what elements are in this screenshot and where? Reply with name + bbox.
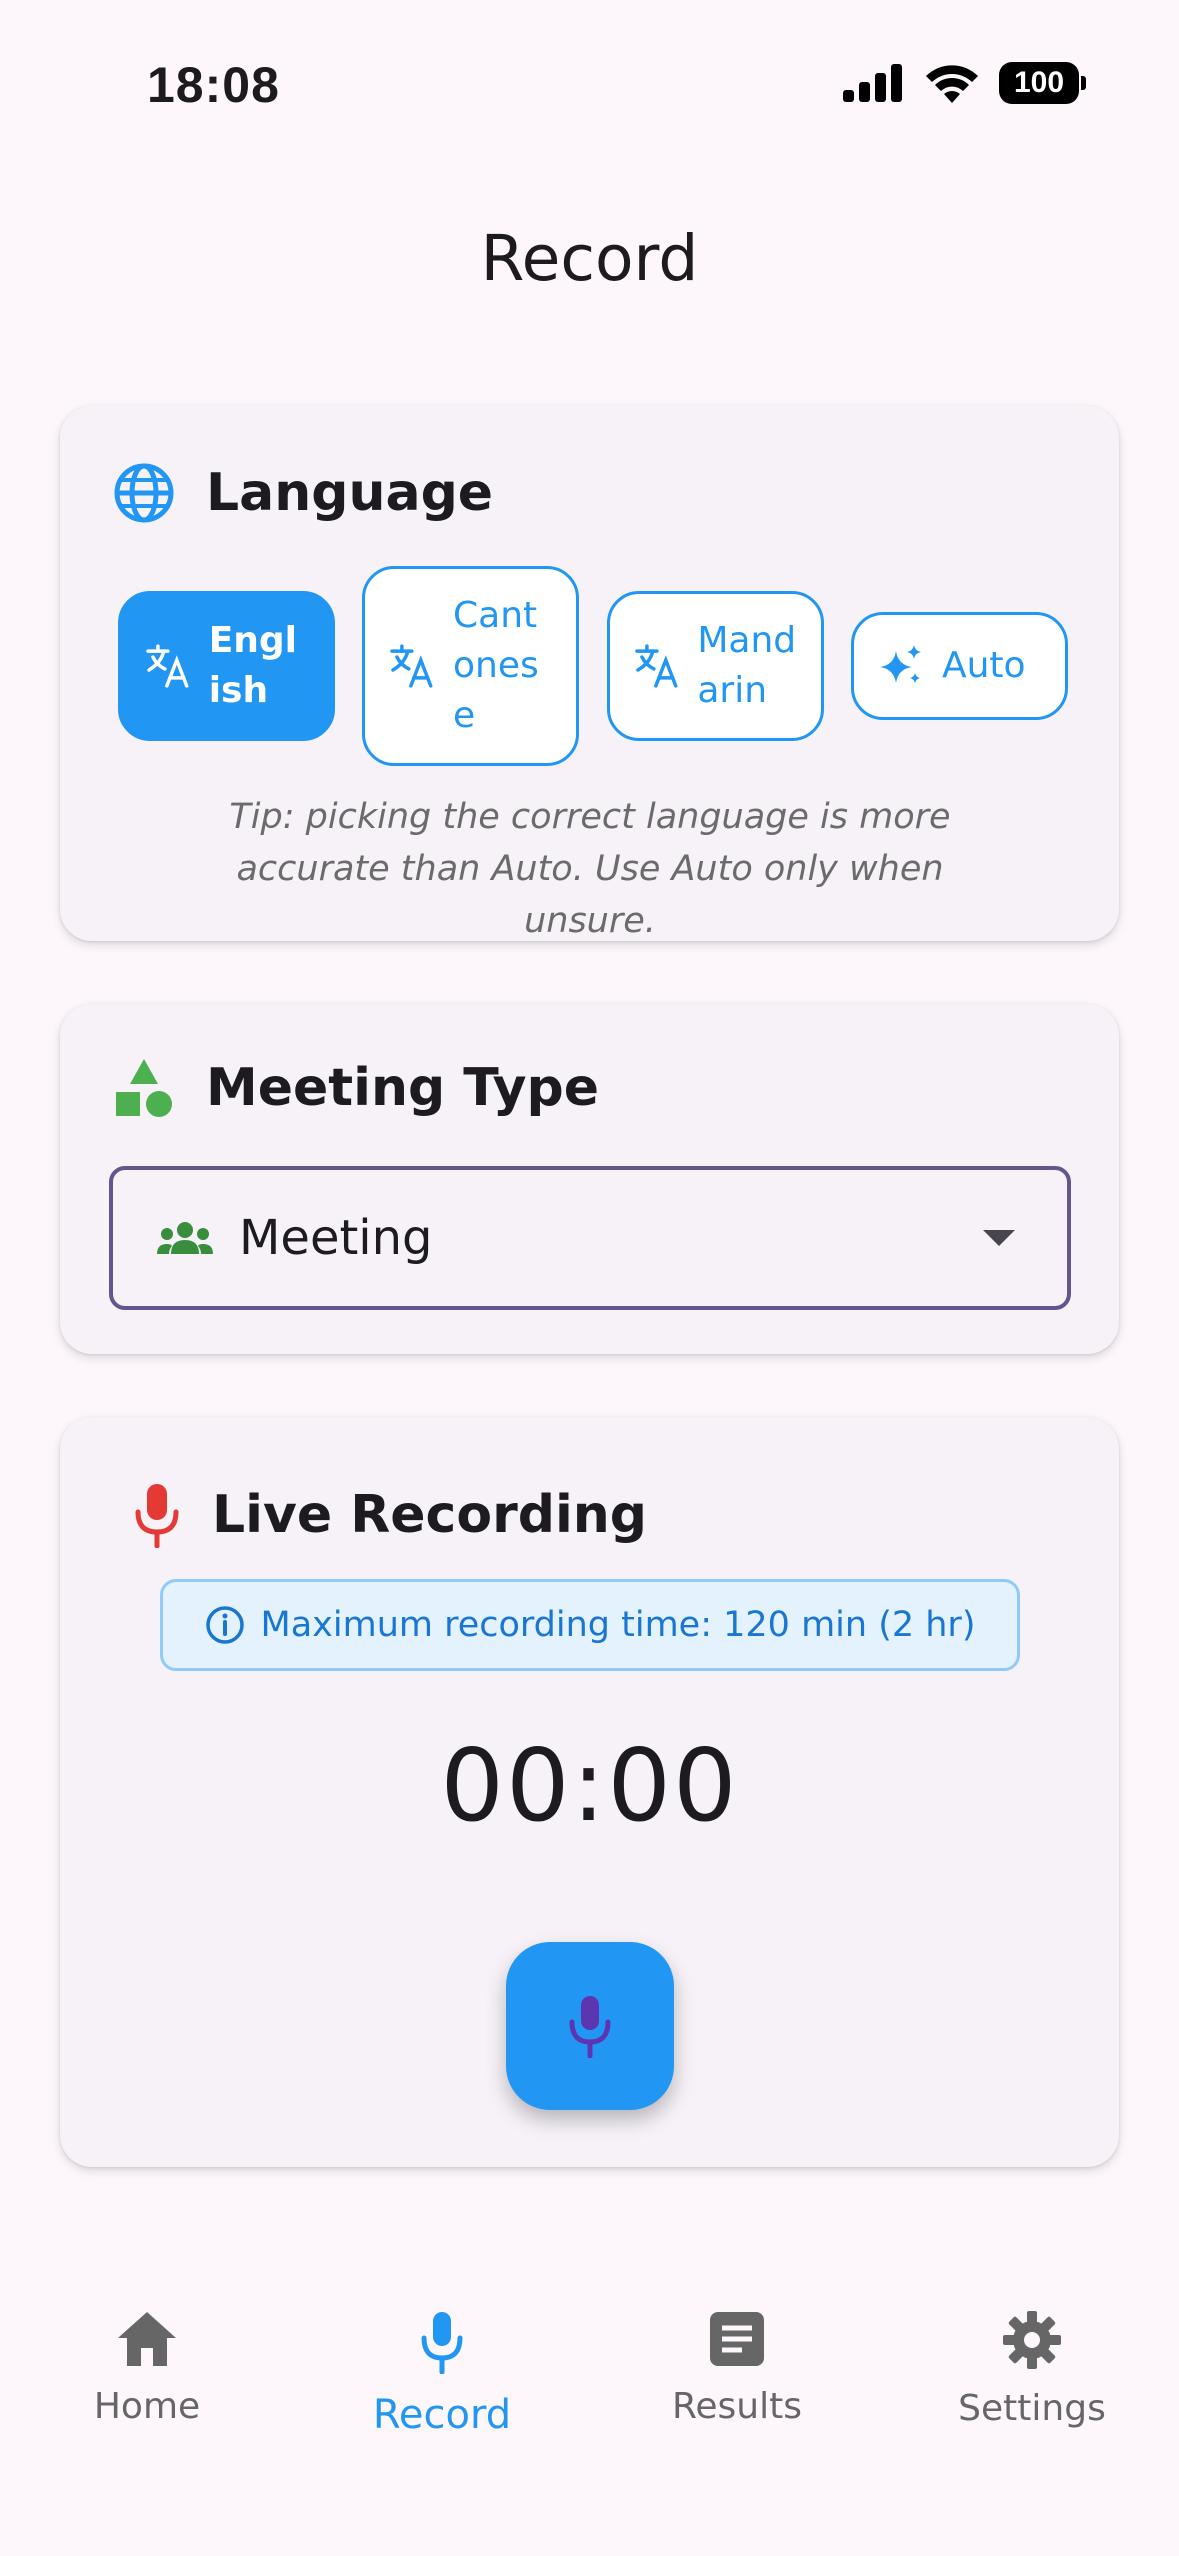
document-icon <box>710 2312 764 2366</box>
language-card: Language English Cantonese Mandarin Auto… <box>60 406 1119 941</box>
language-options: English Cantonese Mandarin Auto <box>118 566 1068 766</box>
nav-settings-label: Settings <box>958 2388 1106 2429</box>
language-chip-label: Cantonese <box>453 595 539 736</box>
meeting-type-title: Meeting Type <box>206 1058 599 1118</box>
max-time-text: Maximum recording time: 120 min (2 hr) <box>260 1605 976 1645</box>
nav-home[interactable]: Home <box>27 2310 267 2427</box>
gear-icon <box>1003 2311 1061 2369</box>
language-chip-mandarin[interactable]: Mandarin <box>606 591 824 741</box>
nav-record-label: Record <box>372 2392 512 2438</box>
recording-timer: 00:00 <box>440 1727 739 1844</box>
meeting-type-card: Meeting Type Meeting <box>60 1004 1119 1354</box>
nav-settings[interactable]: Settings <box>912 2310 1152 2429</box>
language-chip-english[interactable]: English <box>118 591 335 741</box>
battery-icon: 100 <box>999 62 1086 104</box>
wifi-icon <box>926 65 978 103</box>
group-icon <box>157 1222 213 1254</box>
home-icon <box>118 2312 176 2366</box>
language-tip: Tip: picking the correct language is mor… <box>229 797 951 941</box>
status-icons: 100 <box>843 62 1086 104</box>
shapes-icon <box>116 1059 172 1117</box>
language-title: Language <box>206 463 494 523</box>
meeting-type-value: Meeting <box>239 1210 433 1266</box>
bottom-nav: Home Record Results Settings <box>0 2280 1179 2556</box>
nav-home-label: Home <box>93 2386 201 2427</box>
globe-icon <box>114 463 174 523</box>
nav-record[interactable]: Record <box>322 2310 562 2438</box>
nav-results[interactable]: Results <box>617 2310 857 2427</box>
language-chip-label: English <box>208 620 298 711</box>
live-recording-card: Live Recording Maximum recording time: 1… <box>60 1417 1119 2167</box>
mic-icon <box>569 1996 611 2058</box>
battery-level: 100 <box>1013 66 1065 99</box>
language-header: Language <box>112 461 493 525</box>
language-chip-cantonese[interactable]: Cantonese <box>362 566 580 766</box>
sparkle-icon <box>879 645 921 683</box>
language-chip-label: Mandarin <box>697 620 797 711</box>
record-button[interactable] <box>506 1942 674 2110</box>
page-title: Record <box>480 222 699 295</box>
nav-results-label: Results <box>672 2386 802 2427</box>
live-recording-title: Live Recording <box>212 1485 648 1545</box>
translate-icon <box>146 644 189 688</box>
translate-icon <box>390 644 433 688</box>
language-chip-label: Auto <box>941 645 1026 686</box>
language-chip-auto[interactable]: Auto <box>850 612 1068 720</box>
mic-icon <box>421 2312 463 2374</box>
live-recording-header: Live Recording <box>132 1482 647 1548</box>
signal-icon <box>843 64 902 102</box>
status-time: 18:08 <box>147 57 280 113</box>
status-bar: 18:08 100 <box>0 0 1179 175</box>
max-time-banner: Maximum recording time: 120 min (2 hr) <box>160 1579 1020 1671</box>
chevron-down-icon <box>983 1230 1015 1246</box>
info-icon <box>205 1606 244 1644</box>
mic-icon <box>135 1484 179 1548</box>
meeting-type-dropdown[interactable]: Meeting <box>109 1166 1071 1310</box>
translate-icon <box>634 644 678 688</box>
meeting-type-header: Meeting Type <box>112 1056 599 1120</box>
